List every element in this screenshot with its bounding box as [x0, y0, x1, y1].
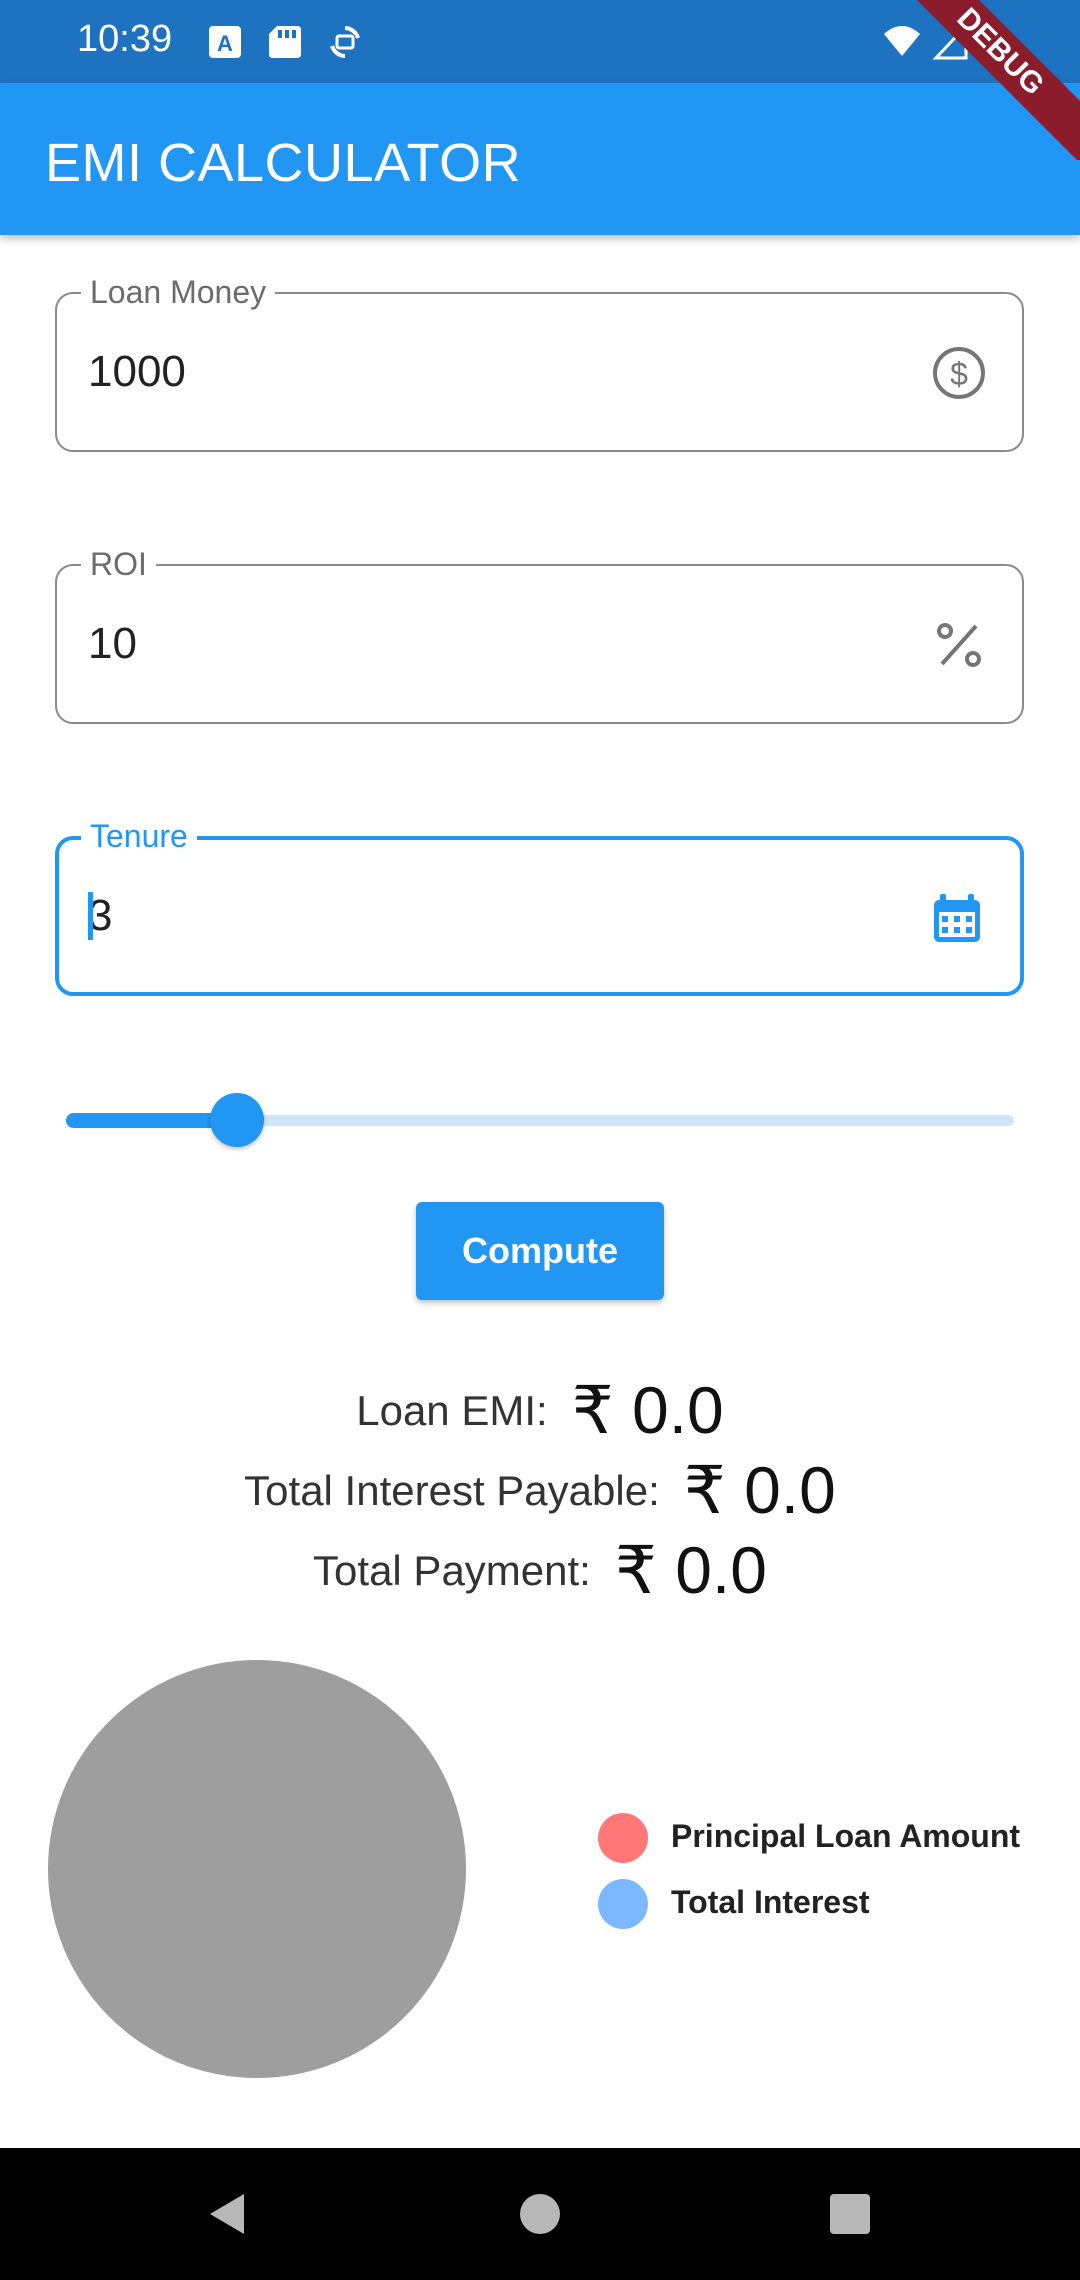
loan-money-field[interactable]: Loan Money 1000 $ [55, 272, 1024, 452]
status-bar: 10:39 A [0, 0, 1080, 83]
sync-icon [330, 26, 360, 58]
loan-emi-row: Loan EMI: ₹ 0.0 [0, 1372, 1080, 1449]
loan-emi-label: Loan EMI: [356, 1386, 548, 1434]
slider-thumb[interactable] [210, 1093, 264, 1147]
emi-pie-chart [48, 1660, 466, 2078]
roi-field[interactable]: ROI 10 [55, 544, 1024, 724]
total-interest-row: Total Interest Payable: ₹ 0.0 [0, 1452, 1080, 1529]
legend-label-principal: Principal Loan Amount [671, 1818, 1021, 1854]
total-payment-row: Total Payment: ₹ 0.0 [0, 1532, 1080, 1609]
total-interest-label: Total Interest Payable: [244, 1466, 660, 1514]
back-icon[interactable] [200, 2188, 252, 2240]
calendar-icon[interactable] [928, 890, 986, 948]
percent-icon [937, 623, 981, 667]
roi-value[interactable]: 10 [88, 616, 137, 672]
svg-text:A: A [217, 31, 233, 56]
legend-label-interest: Total Interest [671, 1884, 870, 1920]
navigation-bar [0, 2148, 1080, 2280]
roi-label: ROI [81, 544, 156, 584]
recents-icon[interactable] [824, 2188, 876, 2240]
sd-card-icon [269, 26, 301, 58]
app-bar: EMI CALCULATOR [0, 83, 1080, 235]
compute-button[interactable]: Compute [416, 1202, 664, 1300]
tenure-label: Tenure [81, 816, 197, 856]
dollar-circle-icon: $ [933, 347, 985, 399]
legend-swatch-interest [598, 1879, 648, 1929]
loan-emi-value: ₹ 0.0 [571, 1373, 724, 1447]
text-cursor [88, 892, 93, 940]
signal-icon [932, 22, 968, 60]
total-payment-label: Total Payment: [313, 1546, 591, 1594]
tenure-field[interactable]: Tenure 3 [55, 816, 1024, 996]
total-interest-value: ₹ 0.0 [683, 1453, 836, 1527]
total-payment-value: ₹ 0.0 [614, 1533, 767, 1607]
status-time: 10:39 [77, 18, 173, 60]
keyboard-a-icon: A [209, 26, 241, 58]
pie-empty-slice [48, 1660, 466, 2078]
app-title: EMI CALCULATOR [45, 133, 522, 193]
tenure-slider[interactable] [66, 1093, 1014, 1147]
home-icon[interactable] [514, 2188, 566, 2240]
loan-money-label: Loan Money [81, 272, 276, 312]
wifi-icon [884, 26, 920, 56]
svg-text:$: $ [950, 356, 968, 392]
battery-icon [982, 24, 1002, 60]
loan-money-value[interactable]: 1000 [88, 344, 186, 400]
legend-swatch-principal [598, 1813, 648, 1863]
